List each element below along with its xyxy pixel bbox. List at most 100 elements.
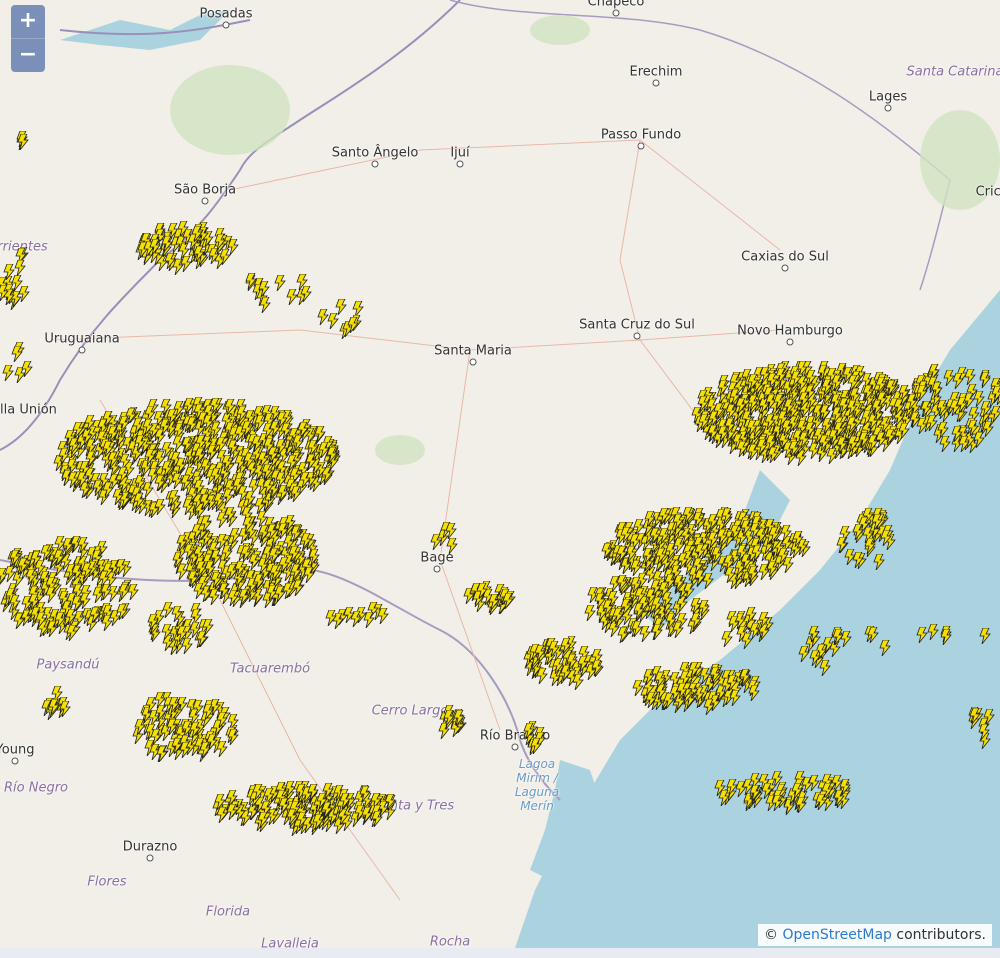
lightning-bolt-icon[interactable] (601, 542, 614, 560)
lightning-bolt-icon[interactable] (241, 420, 253, 437)
lightning-bolt-icon[interactable] (13, 612, 25, 629)
lightning-bolt-icon[interactable] (833, 421, 846, 439)
lightning-bolt-icon[interactable] (536, 667, 549, 685)
lightning-bolt-icon[interactable] (62, 537, 74, 554)
lightning-bolt-icon[interactable] (0, 284, 9, 302)
lightning-bolt-icon[interactable] (303, 566, 316, 583)
lightning-bolt-icon[interactable] (199, 494, 212, 511)
lightning-bolt-icon[interactable] (92, 479, 104, 497)
lightning-bolt-icon[interactable] (658, 507, 670, 525)
lightning-bolt-icon[interactable] (831, 406, 843, 424)
lightning-bolt-icon[interactable] (145, 696, 158, 714)
lightning-bolt-icon[interactable] (728, 615, 740, 633)
lightning-bolt-icon[interactable] (305, 453, 317, 471)
lightning-bolt-icon[interactable] (216, 712, 228, 729)
lightning-bolt-icon[interactable] (766, 560, 778, 578)
lightning-bolt-icon[interactable] (672, 513, 685, 530)
lightning-bolt-icon[interactable] (867, 626, 880, 644)
lightning-bolt-icon[interactable] (916, 626, 928, 643)
lightning-bolt-icon[interactable] (316, 792, 329, 809)
lightning-bolt-icon[interactable] (193, 479, 206, 497)
lightning-bolt-icon[interactable] (594, 592, 606, 610)
lightning-bolt-icon[interactable] (3, 263, 15, 281)
lightning-bolt-icon[interactable] (800, 776, 813, 794)
lightning-bolt-icon[interactable] (191, 225, 203, 243)
lightning-bolt-icon[interactable] (940, 628, 953, 646)
lightning-bolt-icon[interactable] (709, 666, 722, 684)
lightning-bolt-icon[interactable] (885, 379, 898, 397)
lightning-bolt-icon[interactable] (226, 803, 238, 820)
lightning-bolt-icon[interactable] (168, 489, 180, 507)
lightning-bolt-icon[interactable] (371, 810, 384, 828)
lightning-bolt-icon[interactable] (147, 613, 160, 631)
lightning-bolt-icon[interactable] (204, 560, 216, 578)
lightning-bolt-icon[interactable] (274, 585, 287, 603)
lightning-bolt-icon[interactable] (794, 796, 807, 813)
lightning-bolt-icon[interactable] (10, 345, 23, 362)
lightning-bolt-icon[interactable] (502, 592, 514, 609)
lightning-bolt-icon[interactable] (446, 537, 459, 555)
lightning-bolt-icon[interactable] (764, 413, 776, 431)
lightning-bolt-icon[interactable] (978, 723, 990, 741)
lightning-bolt-icon[interactable] (124, 407, 137, 425)
lightning-bolt-icon[interactable] (683, 582, 695, 600)
lightning-bolt-icon[interactable] (263, 437, 275, 455)
lightning-bolt-icon[interactable] (183, 543, 196, 561)
lightning-bolt-icon[interactable] (202, 414, 214, 431)
lightning-bolt-icon[interactable] (747, 373, 759, 391)
lightning-bolt-icon[interactable] (846, 435, 859, 452)
lightning-bolt-icon[interactable] (864, 538, 876, 555)
lightning-bolt-icon[interactable] (156, 745, 169, 763)
lightning-bolt-icon[interactable] (873, 553, 886, 571)
lightning-bolt-icon[interactable] (920, 400, 932, 417)
lightning-bolt-icon[interactable] (286, 808, 298, 826)
lightning-bolt-icon[interactable] (187, 570, 199, 588)
lightning-bolt-icon[interactable] (274, 274, 287, 292)
lightning-bolt-icon[interactable] (748, 684, 760, 702)
lightning-bolt-icon[interactable] (430, 533, 443, 551)
lightning-bolt-icon[interactable] (916, 417, 928, 435)
lightning-bolt-icon[interactable] (162, 601, 175, 619)
lightning-bolt-icon[interactable] (692, 512, 705, 529)
lightning-bolt-icon[interactable] (116, 604, 128, 621)
lightning-bolt-icon[interactable] (236, 405, 249, 423)
lightning-bolt-icon[interactable] (651, 623, 663, 640)
lightning-bolt-icon[interactable] (17, 133, 29, 151)
lightning-bolt-icon[interactable] (287, 545, 300, 563)
lightning-bolt-icon[interactable] (65, 608, 77, 625)
lightning-bolt-icon[interactable] (262, 423, 275, 440)
lightning-bolt-icon[interactable] (728, 689, 741, 707)
lightning-bolt-icon[interactable] (363, 611, 376, 628)
lightning-bolt-icon[interactable] (833, 789, 845, 807)
lightning-bolt-icon[interactable] (161, 235, 173, 253)
lightning-bolt-icon[interactable] (846, 416, 858, 433)
lightning-bolt-icon[interactable] (815, 793, 827, 810)
lightning-bolt-icon[interactable] (790, 370, 803, 387)
lightning-bolt-icon[interactable] (768, 526, 780, 543)
lightning-bolt-icon[interactable] (936, 399, 949, 417)
lightning-bolt-icon[interactable] (85, 451, 97, 468)
lightning-bolt-icon[interactable] (969, 707, 981, 725)
lightning-bolt-icon[interactable] (916, 384, 929, 401)
lightning-bolt-icon[interactable] (149, 238, 161, 256)
lightning-bolt-icon[interactable] (179, 741, 191, 758)
lightning-bolt-icon[interactable] (724, 417, 736, 434)
lightning-bolt-icon[interactable] (721, 630, 733, 648)
lightning-bolt-icon[interactable] (261, 463, 273, 480)
lightning-bolt-icon[interactable] (664, 542, 677, 560)
lightning-bolt-icon[interactable] (642, 547, 654, 565)
lightning-bolt-icon[interactable] (84, 414, 96, 432)
lightning-bolt-icon[interactable] (818, 434, 830, 451)
lightning-bolt-icon[interactable] (102, 440, 114, 458)
lightning-bolt-icon[interactable] (118, 583, 130, 600)
lightning-bolt-icon[interactable] (186, 416, 198, 433)
lightning-bolt-icon[interactable] (224, 506, 236, 524)
lightning-bolt-icon[interactable] (715, 529, 728, 546)
lightning-bolt-icon[interactable] (643, 510, 656, 528)
lightning-bolt-icon[interactable] (45, 586, 57, 603)
lightning-bolt-icon[interactable] (927, 623, 940, 640)
lightning-bolt-icon[interactable] (221, 454, 234, 472)
lightning-bolt-icon[interactable] (736, 440, 749, 458)
lightning-bolt-icon[interactable] (706, 424, 719, 442)
lightning-bolt-icon[interactable] (658, 527, 671, 544)
